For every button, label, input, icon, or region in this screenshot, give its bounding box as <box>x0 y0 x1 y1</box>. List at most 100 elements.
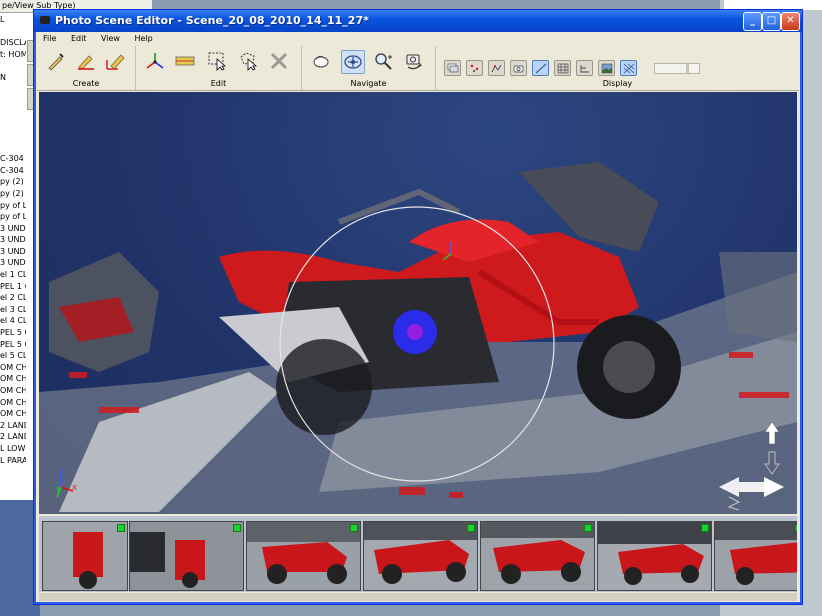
display-wireframe-icon[interactable] <box>620 60 637 76</box>
background-list-item[interactable]: el 2 CL <box>0 292 26 304</box>
background-list-item[interactable] <box>0 142 26 154</box>
background-wall <box>719 252 797 342</box>
background-list-item[interactable]: el 3 CL <box>0 304 26 316</box>
status-bar <box>39 593 797 601</box>
group-label-edit: Edit <box>210 79 227 88</box>
menu-file[interactable]: File <box>43 34 56 43</box>
background-list-item[interactable] <box>0 60 26 72</box>
background-list-item[interactable]: L <box>0 14 26 26</box>
background-list-item[interactable] <box>0 84 26 96</box>
add-point-icon[interactable] <box>45 50 67 72</box>
app-icon <box>40 16 50 24</box>
camera-rotate-icon[interactable] <box>403 50 425 72</box>
background-list-item[interactable]: 3 UNDE <box>0 234 26 246</box>
background-list-item[interactable]: py (2) c <box>0 188 26 200</box>
background-list-item[interactable]: py of L <box>0 200 26 212</box>
delete-icon[interactable] <box>268 50 290 72</box>
photo-thumbnail[interactable] <box>714 521 797 591</box>
background-list-item[interactable]: 2 LAND <box>0 431 26 443</box>
display-mesh-icon[interactable] <box>488 60 505 76</box>
thumbnail-selected-flag <box>350 524 358 532</box>
toolbar-group-navigate: Navigate <box>302 46 436 90</box>
background-list-item[interactable]: OM CH <box>0 408 26 420</box>
background-list-item[interactable]: OM CH <box>0 373 26 385</box>
display-cameras-icon[interactable] <box>510 60 527 76</box>
background-list-item[interactable]: C-304 R <box>0 165 26 177</box>
background-list-item[interactable]: py of L <box>0 211 26 223</box>
display-texture-icon[interactable] <box>598 60 615 76</box>
background-list-item[interactable]: OM CH <box>0 362 26 374</box>
background-list-item[interactable]: 3 UNDE <box>0 223 26 235</box>
axis-icon[interactable] <box>144 50 166 72</box>
display-opacity-slider[interactable] <box>654 63 700 74</box>
menu-edit[interactable]: Edit <box>71 34 87 43</box>
menu-view[interactable]: View <box>101 34 120 43</box>
background-list-item[interactable]: PEL 5 C <box>0 327 26 339</box>
background-list-item[interactable]: el 1 CL <box>0 269 26 281</box>
background-list-item[interactable]: t: HOM <box>0 49 26 61</box>
toolbar-group-edit: Edit <box>136 46 302 90</box>
draw-line-icon[interactable] <box>75 50 97 72</box>
point-cloud-scene <box>39 162 797 514</box>
maximize-button[interactable]: □ <box>762 12 781 31</box>
thumbnail-selected-flag <box>117 524 125 532</box>
axis-label-z: Z <box>60 468 65 476</box>
background-list-item[interactable] <box>0 95 26 107</box>
thumbnail-selected-flag <box>795 524 797 532</box>
background-list-item[interactable] <box>0 26 26 38</box>
toolbar-group-display: Display <box>436 46 799 90</box>
thumbnail-selected-flag <box>701 524 709 532</box>
display-ground-icon[interactable] <box>576 60 593 76</box>
orbit-icon[interactable] <box>341 50 365 74</box>
background-list-item[interactable] <box>0 107 26 119</box>
toolbar-group-create: Create <box>37 46 136 90</box>
background-list-item[interactable]: PEL 1 w <box>0 281 26 293</box>
photo-thumbnail[interactable] <box>246 521 361 591</box>
background-list-item[interactable] <box>0 118 26 130</box>
photo-thumbnail[interactable] <box>597 521 712 591</box>
background-list-item[interactable]: el 5 CL <box>0 350 26 362</box>
photo-thumbnail[interactable] <box>363 521 478 591</box>
minimize-button[interactable]: _ <box>743 12 762 31</box>
select-rectangle-icon[interactable] <box>206 50 228 72</box>
background-list-item[interactable]: DISCLA <box>0 37 26 49</box>
toolbar: Create Edit Navigate Display <box>37 46 799 91</box>
display-photos-icon[interactable] <box>444 60 461 76</box>
background-list-item[interactable]: N <box>0 72 26 84</box>
background-list-item[interactable]: el 4 CL <box>0 315 26 327</box>
background-list-item[interactable]: OM CH <box>0 385 26 397</box>
slider-thumb[interactable] <box>686 64 689 73</box>
background-window-list: LDISCLAt: HOMNC-304 LC-304 Rpy (2) cpy (… <box>0 14 26 500</box>
background-list-item[interactable]: 3 UNDE <box>0 257 26 269</box>
measure-line-icon[interactable] <box>105 50 127 72</box>
background-list-item[interactable]: PEL 5 C <box>0 339 26 351</box>
background-list-item[interactable]: L LOWE <box>0 443 26 455</box>
3d-viewport[interactable]: Z Y X <box>39 92 797 514</box>
pan-hand-icon[interactable] <box>310 50 332 72</box>
close-button[interactable]: ✕ <box>781 12 800 31</box>
thumbnail-selected-flag <box>584 524 592 532</box>
title-bar[interactable]: Photo Scene Editor - Scene_20_08_2010_14… <box>34 10 802 32</box>
menu-help[interactable]: Help <box>135 34 153 43</box>
window-title: Photo Scene Editor - Scene_20_08_2010_14… <box>55 14 369 27</box>
photo-thumbnail[interactable] <box>42 521 128 591</box>
bike-rear-wheel <box>276 339 372 435</box>
axis-label-x: X <box>72 484 77 492</box>
background-list-item[interactable]: 2 LAND <box>0 420 26 432</box>
display-line-icon[interactable] <box>532 60 549 76</box>
photo-thumbnail[interactable] <box>480 521 595 591</box>
background-list-item[interactable]: C-304 L <box>0 153 26 165</box>
background-list-item[interactable] <box>0 130 26 142</box>
background-list-item[interactable]: py (2) c <box>0 176 26 188</box>
background-list-item[interactable]: OM CH <box>0 397 26 409</box>
photo-filmstrip <box>39 516 797 592</box>
background-list-item[interactable]: 3 UNDE <box>0 246 26 258</box>
ruler-icon[interactable] <box>174 50 196 72</box>
select-lasso-icon[interactable] <box>237 50 259 72</box>
background-list-item[interactable]: L PARA <box>0 455 26 467</box>
group-label-create: Create <box>72 79 100 88</box>
zoom-icon[interactable] <box>372 50 394 72</box>
photo-thumbnail[interactable] <box>129 521 244 591</box>
display-grid-icon[interactable] <box>554 60 571 76</box>
display-points-icon[interactable] <box>466 60 483 76</box>
